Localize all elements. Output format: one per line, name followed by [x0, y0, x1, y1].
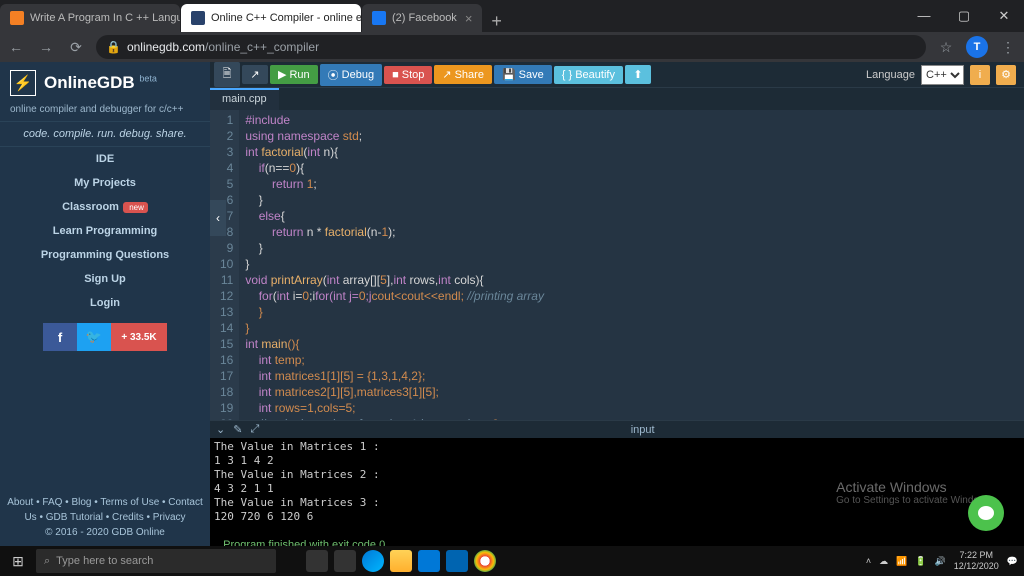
tab-strip: Write A Program In C ++ Langu…× Online C…: [0, 0, 510, 32]
star-icon[interactable]: ☆: [936, 39, 956, 56]
store-icon[interactable]: [418, 550, 440, 572]
chevron-up-icon[interactable]: ˄: [866, 556, 871, 566]
sidebar: ⚡ OnlineGDB beta online compiler and deb…: [0, 62, 210, 546]
close-icon[interactable]: ×: [465, 11, 473, 26]
system-tray[interactable]: ˄ ☁ 📶 🔋 🔊 7:22 PM12/12/2020 💬: [866, 550, 1024, 572]
url-input[interactable]: 🔒 onlinegdb.com/online_c++_compiler: [96, 35, 926, 59]
tab-3[interactable]: (2) Facebook×: [362, 4, 482, 32]
expand-icon[interactable]: ⤢: [250, 423, 259, 436]
chevron-down-icon[interactable]: ⌄: [216, 423, 225, 436]
gear-icon[interactable]: ⚙: [996, 65, 1016, 85]
tab-icon: [372, 11, 386, 25]
cortana-icon[interactable]: [306, 550, 328, 572]
line-gutter: 1 2 3 4 5 6 7 8 9 10 11 12 13 14 15 16 1…: [210, 110, 239, 420]
mail-icon[interactable]: [446, 550, 468, 572]
browser-titlebar: Write A Program In C ++ Langu…× Online C…: [0, 0, 1024, 32]
addthis-button[interactable]: + 33.5K: [111, 323, 167, 351]
facebook-icon[interactable]: f: [43, 323, 77, 351]
tab-2[interactable]: Online C++ Compiler - online ed×: [181, 4, 361, 32]
minimize-icon[interactable]: —: [904, 8, 944, 24]
clock[interactable]: 7:22 PM12/12/2020: [954, 550, 999, 572]
console-header[interactable]: ⌄ ✎ ⤢ input: [210, 420, 1024, 438]
info-icon[interactable]: i: [970, 65, 990, 85]
notifications-icon[interactable]: 💬: [1007, 556, 1018, 567]
menu-icon[interactable]: ⋮: [998, 39, 1018, 56]
tagline: code. compile. run. debug. share.: [0, 121, 210, 147]
taskbar-search[interactable]: ⌕Type here to search: [36, 549, 276, 573]
taskview-icon[interactable]: [334, 550, 356, 572]
file-tab-main[interactable]: main.cpp: [210, 88, 279, 110]
forward-icon[interactable]: →: [36, 39, 56, 55]
maximize-icon[interactable]: ▢: [944, 8, 984, 24]
search-icon: ⌕: [44, 555, 50, 568]
sidebar-footer: About • FAQ • Blog • Terms of Use • Cont…: [0, 489, 210, 546]
tab-1[interactable]: Write A Program In C ++ Langu…×: [0, 4, 180, 32]
bolt-icon: ⚡: [10, 70, 36, 96]
edge-icon[interactable]: [362, 550, 384, 572]
taskbar: ⊞ ⌕Type here to search ˄ ☁ 📶 🔋 🔊 7:22 PM…: [0, 546, 1024, 576]
logo-subtitle: online compiler and debugger for c/c++: [0, 104, 210, 121]
window-controls: — ▢ ✕: [904, 8, 1024, 24]
network-icon[interactable]: 📶: [896, 556, 907, 567]
sidebar-item-signup[interactable]: Sign Up: [0, 267, 210, 291]
address-bar: ← → ⟳ 🔒 onlinegdb.com/online_c++_compile…: [0, 32, 1024, 62]
copy-icon[interactable]: ✎: [233, 423, 242, 436]
toolbar: 🗎 ↗ ▶ Run ⦿ Debug ■ Stop ↗ Share 💾 Save …: [210, 62, 1024, 88]
tab-icon: [10, 11, 24, 25]
footer-links[interactable]: About • FAQ • Blog • Terms of Use • Cont…: [6, 495, 204, 525]
copyright: © 2016 - 2020 GDB Online: [6, 525, 204, 540]
profile-avatar[interactable]: T: [966, 36, 988, 58]
debug-button[interactable]: ⦿ Debug: [320, 64, 382, 86]
share-button[interactable]: ↗ Share: [434, 65, 492, 84]
sidebar-item-learn[interactable]: Learn Programming: [0, 219, 210, 243]
twitter-icon[interactable]: 🐦: [77, 323, 111, 351]
code-content[interactable]: #include using namespace std; int factor…: [239, 110, 550, 420]
new-file-icon[interactable]: 🗎: [214, 62, 240, 87]
explorer-icon[interactable]: [390, 550, 412, 572]
chat-icon[interactable]: [968, 495, 1004, 531]
main-panel: 🗎 ↗ ▶ Run ⦿ Debug ■ Stop ↗ Share 💾 Save …: [210, 62, 1024, 546]
sidebar-item-questions[interactable]: Programming Questions: [0, 243, 210, 267]
volume-icon[interactable]: 🔊: [935, 556, 946, 567]
file-tabs: main.cpp: [210, 88, 1024, 110]
battery-icon[interactable]: 🔋: [915, 556, 926, 567]
input-label: input: [631, 424, 655, 436]
start-icon[interactable]: ⊞: [0, 553, 36, 570]
sidebar-item-projects[interactable]: My Projects: [0, 171, 210, 195]
code-editor[interactable]: 1 2 3 4 5 6 7 8 9 10 11 12 13 14 15 16 1…: [210, 110, 1024, 420]
run-button[interactable]: ▶ Run: [270, 65, 318, 84]
close-icon[interactable]: ✕: [984, 8, 1024, 24]
chrome-icon[interactable]: [474, 550, 496, 572]
open-file-icon[interactable]: ↗: [242, 65, 268, 84]
language-select[interactable]: C++: [921, 65, 964, 85]
beautify-button[interactable]: { } Beautify: [554, 66, 623, 84]
tab-icon: [191, 11, 205, 25]
sidebar-item-login[interactable]: Login: [0, 291, 210, 315]
save-button[interactable]: 💾 Save: [494, 65, 552, 84]
sidebar-item-classroom[interactable]: Classroom: [0, 195, 210, 219]
collapse-sidebar-icon[interactable]: ‹: [210, 200, 226, 236]
reload-icon[interactable]: ⟳: [66, 39, 86, 56]
lock-icon: 🔒: [106, 40, 121, 54]
logo[interactable]: ⚡ OnlineGDB beta: [0, 62, 210, 104]
language-label: Language: [866, 69, 915, 81]
sidebar-item-ide[interactable]: IDE: [0, 147, 210, 171]
cloud-icon[interactable]: ☁: [879, 556, 888, 567]
new-tab-button[interactable]: +: [483, 11, 510, 32]
social-buttons: f 🐦 + 33.5K: [0, 315, 210, 359]
back-icon[interactable]: ←: [6, 39, 26, 55]
download-icon[interactable]: ⬆: [625, 65, 651, 84]
stop-button[interactable]: ■ Stop: [384, 66, 432, 84]
